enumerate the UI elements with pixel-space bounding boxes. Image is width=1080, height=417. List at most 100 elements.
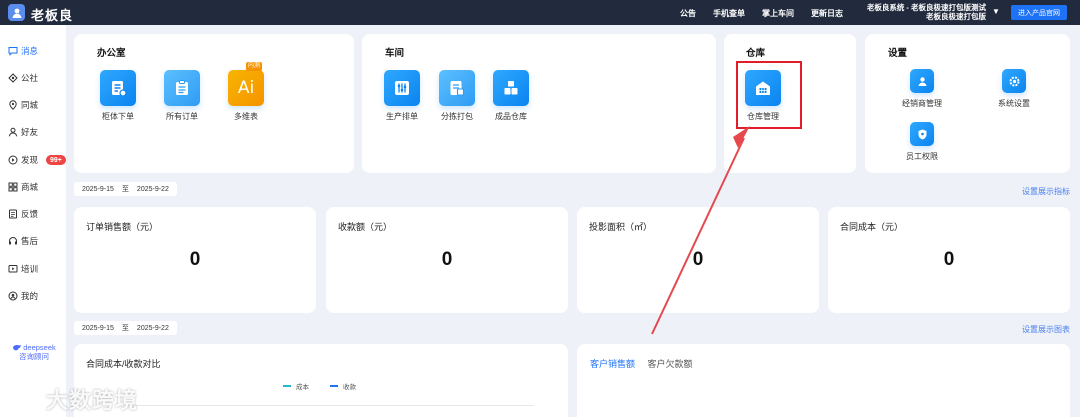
stat-card-contract-cost: 合同成本（元） 0 (828, 207, 1070, 313)
feedback-icon (9, 209, 17, 219)
stat-card-order-sales: 订单销售额（元） 0 (74, 207, 316, 313)
app-sorting-packing[interactable]: 分拣打包 (431, 70, 483, 122)
app-all-orders[interactable]: 所有订单 (156, 70, 208, 122)
stat-value: 0 (441, 249, 453, 270)
stat-value: 0 (189, 249, 201, 270)
system-edition: 老板良极速打包版 (926, 12, 986, 21)
whale-icon (13, 344, 22, 350)
date-end: 2025-9-22 (136, 185, 169, 193)
staff-permission-icon (910, 122, 934, 146)
sidebar-item-profile[interactable]: 我的 (8, 287, 38, 305)
friends-icon (8, 127, 18, 137)
sidebar-item-label: 发现 (21, 155, 39, 165)
app-label: 成品仓库 (495, 112, 527, 121)
sidebar-item-label: 我的 (21, 291, 39, 301)
sidebar-item-local[interactable]: 同城 (8, 96, 38, 114)
app-system-settings[interactable]: 系统设置 (988, 69, 1040, 109)
watermark-logo-icon (10, 391, 39, 408)
legend-swatch (283, 385, 291, 387)
finished-goods-icon (493, 70, 529, 106)
app-finished-goods[interactable]: 成品仓库 (485, 70, 537, 122)
date-end: 2025-9-22 (136, 324, 169, 332)
stat-label: 收款额（元） (338, 222, 393, 232)
app-staff-permission[interactable]: 员工权限 (896, 122, 948, 162)
set-display-charts-link[interactable]: 设置展示图表 (1022, 324, 1070, 335)
profile-icon (8, 291, 18, 301)
brand-name: 老板良 (31, 8, 74, 23)
sidebar-item-training[interactable]: 培训 (8, 260, 38, 278)
chart-title: 合同成本/收款对比 (86, 359, 161, 369)
legend-item-receipt[interactable]: 收款 (330, 381, 356, 391)
chevron-down-icon[interactable]: ▼ (992, 7, 1000, 16)
sidebar-item-feedback[interactable]: 反馈 (8, 205, 38, 223)
app-production-schedule[interactable]: 生产排单 (376, 70, 428, 122)
all-orders-icon (164, 70, 200, 106)
app-label: 分拣打包 (441, 112, 473, 121)
system-switcher[interactable]: 老板良系统 - 老板良极速打包版测试 老板良极速打包版 (846, 3, 986, 21)
sidebar-item-after-sales[interactable]: 售后 (8, 232, 38, 250)
production-schedule-icon (384, 70, 420, 106)
customer-sales-card (577, 344, 1070, 417)
stat-value: 0 (943, 249, 955, 270)
office-title: 办公室 (97, 48, 126, 59)
app-ai-table[interactable]: Ai 内测 多维表 (220, 62, 272, 122)
notification-badge: 99+ (46, 155, 66, 165)
legend-item-cost[interactable]: 成本 (283, 381, 309, 391)
app-label: 所有订单 (166, 112, 198, 121)
system-name: 老板良系统 - 老板良极速打包版测试 (866, 3, 986, 12)
discover-icon (8, 155, 18, 165)
sidebar-item-message[interactable]: 消息 (8, 42, 38, 60)
nav-workshop[interactable]: 掌上车间 (762, 8, 794, 19)
beta-tag: 内测 (246, 62, 263, 71)
sidebar-item-friends[interactable]: 好友 (8, 123, 38, 141)
sidebar-item-discover[interactable]: 发现 99+ (8, 151, 66, 169)
nav-announce[interactable]: 公告 (680, 8, 696, 19)
legend-label: 成本 (296, 384, 309, 391)
set-display-metrics-link[interactable]: 设置展示指标 (1022, 186, 1070, 197)
sidebar-item-label: 同城 (21, 100, 39, 110)
tab-customer-sales[interactable]: 客户销售额 (590, 357, 635, 370)
app-label: 经销商管理 (902, 99, 942, 108)
highlight-box (736, 61, 802, 129)
date-start: 2025-9-15 (82, 185, 114, 193)
watermark-text: 大数跨境 (46, 388, 139, 413)
date-range-picker[interactable]: 2025-9-15 至 2025-9-22 (74, 321, 177, 335)
watermark: 大数跨境 (8, 383, 138, 415)
app-label: 柜体下单 (102, 112, 134, 121)
community-icon (8, 73, 18, 83)
logo-icon[interactable] (8, 4, 25, 21)
app-cabinet-order[interactable]: 柜体下单 (92, 70, 144, 122)
sidebar-item-label: 公社 (21, 73, 39, 83)
stat-value: 0 (692, 249, 704, 270)
sidebar-item-label: 培训 (21, 264, 39, 274)
ai-table-icon: Ai (228, 70, 264, 106)
deepseek-consultant[interactable]: deepseek 咨询顾问 (7, 343, 61, 361)
legend-label: 收款 (343, 384, 356, 391)
warehouse-title: 仓库 (746, 48, 766, 59)
system-settings-icon (1002, 69, 1026, 93)
nav-changelog[interactable]: 更新日志 (811, 8, 843, 19)
date-separator: 至 (121, 186, 129, 193)
date-range-picker[interactable]: 2025-9-15 至 2025-9-22 (74, 182, 177, 196)
sidebar-item-community[interactable]: 公社 (8, 69, 38, 87)
app-dealer-management[interactable]: 经销商管理 (896, 69, 948, 109)
ai-glyph: Ai (237, 78, 255, 98)
sidebar-item-mall[interactable]: 商城 (8, 178, 38, 196)
stat-label: 投影面积（㎡） (589, 222, 653, 232)
sidebar-item-label: 商城 (21, 182, 39, 192)
enter-site-button[interactable]: 进入产品官网 (1011, 5, 1067, 20)
deepseek-name: deepseek (23, 343, 56, 352)
tab-customer-arrears[interactable]: 客户欠款额 (648, 357, 693, 370)
app-label: 员工权限 (906, 152, 938, 161)
training-icon (8, 265, 18, 273)
app-label: 多维表 (234, 112, 258, 121)
sidebar-item-label: 售后 (21, 236, 39, 246)
chart-gridline (134, 405, 534, 406)
stat-label: 合同成本（元） (840, 222, 904, 232)
location-icon (9, 100, 17, 110)
sorting-packing-icon (439, 70, 475, 106)
cabinet-order-icon (100, 70, 136, 106)
date-start: 2025-9-15 (82, 324, 114, 332)
sales-tabs: 客户销售额 客户欠款额 (590, 357, 703, 370)
nav-mobile-order[interactable]: 手机查单 (713, 8, 745, 19)
